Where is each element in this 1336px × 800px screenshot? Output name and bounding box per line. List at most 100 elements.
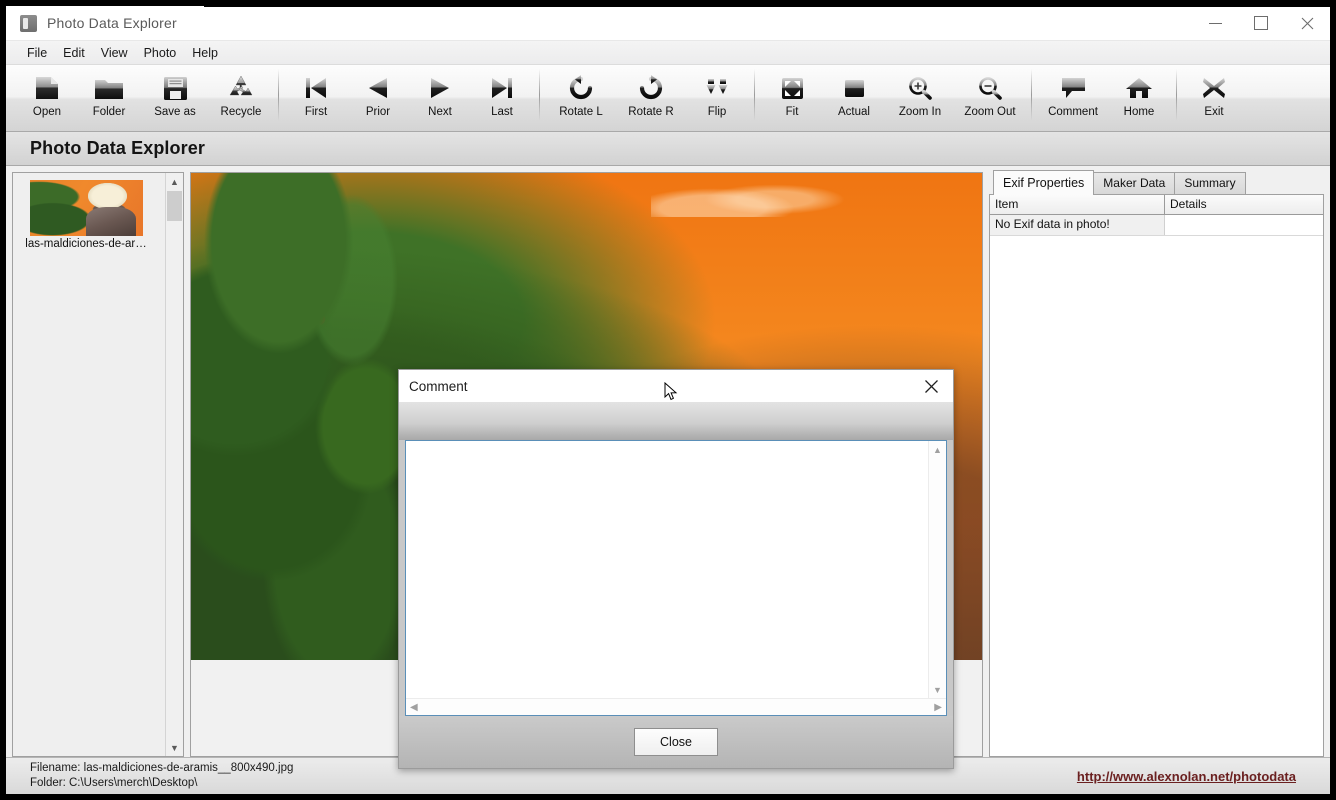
toolbar-button-fit[interactable]: Fit	[761, 65, 823, 127]
folder-icon	[93, 71, 125, 105]
scroll-up-icon[interactable]: ▲	[933, 441, 942, 458]
table-row[interactable]: No Exif data in photo!	[990, 215, 1323, 236]
toolbar-separator	[1176, 69, 1177, 121]
menu-item-file[interactable]: File	[19, 44, 55, 62]
rotate-right-icon	[636, 71, 666, 105]
toolbar-button-recycle[interactable]: Recycle	[210, 65, 272, 127]
toolbar-separator	[539, 69, 540, 121]
toolbar-separator	[754, 69, 755, 121]
toolbar-label-home: Home	[1123, 106, 1155, 118]
toolbar-separator	[278, 69, 279, 121]
toolbar-button-open[interactable]: Open	[16, 65, 78, 127]
page-title-band: Photo Data Explorer	[6, 132, 1330, 166]
play-forward-icon	[425, 71, 455, 105]
exif-grid: Item Details No Exif data in photo!	[989, 194, 1324, 757]
window-title: Photo Data Explorer	[47, 15, 177, 31]
application-window: Photo Data Explorer File Edit View Photo…	[6, 6, 1330, 794]
toolbar-button-last[interactable]: Last	[471, 65, 533, 127]
website-link[interactable]: http://www.alexnolan.net/photodata	[1077, 769, 1296, 784]
thumbnail-scrollbar[interactable]: ▲ ▼	[165, 173, 183, 756]
dialog-close-action-button[interactable]: Close	[634, 728, 718, 756]
status-folder: Folder: C:\Users\merch\Desktop\	[30, 777, 198, 789]
toolbar-label-flip: Flip	[707, 106, 727, 118]
toolbar-button-zoom-out[interactable]: Zoom Out	[955, 65, 1025, 127]
dialog-title: Comment	[409, 378, 468, 394]
cell-item: No Exif data in photo!	[990, 215, 1165, 235]
exif-grid-header: Item Details	[990, 195, 1323, 215]
x-cross-icon	[1199, 71, 1229, 105]
scroll-left-icon[interactable]: ◀	[410, 702, 418, 713]
toolbar-label-exit: Exit	[1204, 106, 1224, 118]
menu-item-view[interactable]: View	[93, 44, 136, 62]
toolbar-label-save-as: Save as	[154, 106, 196, 118]
fit-to-window-icon	[778, 71, 807, 105]
magnifier-minus-icon	[976, 71, 1005, 105]
dialog-close-button[interactable]	[909, 370, 953, 402]
toolbar-button-rotate-left[interactable]: Rotate L	[546, 65, 616, 127]
toolbar-label-zoom-in: Zoom In	[898, 106, 942, 118]
home-icon	[1124, 71, 1154, 105]
toolbar-button-rotate-right[interactable]: Rotate R	[616, 65, 686, 127]
menu-item-edit[interactable]: Edit	[55, 44, 93, 62]
tab-maker-data[interactable]: Maker Data	[1093, 172, 1176, 194]
maximize-button[interactable]	[1238, 6, 1284, 40]
toolbar-label-actual: Actual	[838, 106, 870, 118]
main-body: las-maldiciones-de-ar… ▲ ▼ Exif Properti…	[6, 166, 1330, 769]
minimize-button[interactable]	[1192, 6, 1238, 40]
toolbar-button-save-as[interactable]: Save as	[140, 65, 210, 127]
comment-textarea[interactable]: ▲ ▼	[406, 441, 946, 698]
tab-summary[interactable]: Summary	[1174, 172, 1246, 194]
toolbar-button-actual[interactable]: Actual	[823, 65, 885, 127]
play-back-icon	[363, 71, 393, 105]
toolbar-button-folder[interactable]: Folder	[78, 65, 140, 127]
dialog-gradient-band	[399, 402, 953, 440]
thumbnail-image	[29, 180, 143, 236]
dialog-footer: Close	[399, 716, 953, 768]
toolbar-button-first[interactable]: First	[285, 65, 347, 127]
document-icon	[32, 71, 62, 105]
column-header-item[interactable]: Item	[990, 195, 1165, 214]
skip-back-icon	[301, 71, 331, 105]
comment-textarea-wrapper: ▲ ▼ ◀ ▶	[405, 440, 947, 716]
toolbar-button-zoom-in[interactable]: Zoom In	[885, 65, 955, 127]
title-bar: Photo Data Explorer	[6, 6, 1330, 41]
comment-dialog: Comment ▲ ▼ ◀ ▶ Close	[398, 369, 954, 769]
page-title: Photo Data Explorer	[30, 138, 205, 158]
speech-bubble-icon	[1058, 71, 1089, 105]
comment-vertical-scrollbar[interactable]: ▲ ▼	[928, 441, 946, 698]
comment-horizontal-scrollbar[interactable]: ◀ ▶	[406, 698, 946, 715]
scroll-down-icon[interactable]: ▼	[166, 739, 183, 756]
toolbar-label-folder: Folder	[92, 106, 126, 118]
scroll-right-icon[interactable]: ▶	[934, 702, 942, 713]
toolbar-button-prior[interactable]: Prior	[347, 65, 409, 127]
toolbar-separator	[1031, 69, 1032, 121]
scroll-down-icon[interactable]: ▼	[933, 681, 942, 698]
scrollbar-thumb[interactable]	[167, 191, 182, 221]
status-text: Filename: las-maldiciones-de-aramis__800…	[30, 761, 293, 791]
close-icon	[924, 379, 938, 393]
toolbar-button-flip[interactable]: Flip	[686, 65, 748, 127]
menu-item-help[interactable]: Help	[184, 44, 226, 62]
close-icon	[1301, 17, 1313, 29]
menu-item-photo[interactable]: Photo	[136, 44, 185, 62]
toolbar-button-exit[interactable]: Exit	[1183, 65, 1245, 127]
recycle-icon	[226, 71, 256, 105]
toolbar-label-last: Last	[491, 106, 513, 118]
thumbnail-item[interactable]: las-maldiciones-de-ar…	[17, 180, 155, 250]
toolbar-button-comment[interactable]: Comment	[1038, 65, 1108, 127]
scroll-up-icon[interactable]: ▲	[166, 173, 183, 190]
toolbar-label-next: Next	[428, 106, 452, 118]
toolbar-label-rotate-right: Rotate R	[628, 106, 674, 118]
toolbar: Open Folder Save as Recycle First Prior …	[6, 65, 1330, 132]
column-header-details[interactable]: Details	[1165, 195, 1323, 214]
thumbnail-panel: las-maldiciones-de-ar… ▲ ▼	[12, 172, 184, 757]
thumbnail-caption: las-maldiciones-de-ar…	[25, 238, 147, 250]
magnifier-plus-icon	[906, 71, 935, 105]
close-button[interactable]	[1284, 6, 1330, 40]
properties-tabs: Exif Properties Maker Data Summary	[989, 170, 1324, 195]
tab-exif-properties[interactable]: Exif Properties	[993, 170, 1095, 195]
toolbar-button-next[interactable]: Next	[409, 65, 471, 127]
thumbnail-list: las-maldiciones-de-ar…	[13, 173, 183, 756]
toolbar-button-home[interactable]: Home	[1108, 65, 1170, 127]
toolbar-label-comment: Comment	[1048, 106, 1098, 118]
